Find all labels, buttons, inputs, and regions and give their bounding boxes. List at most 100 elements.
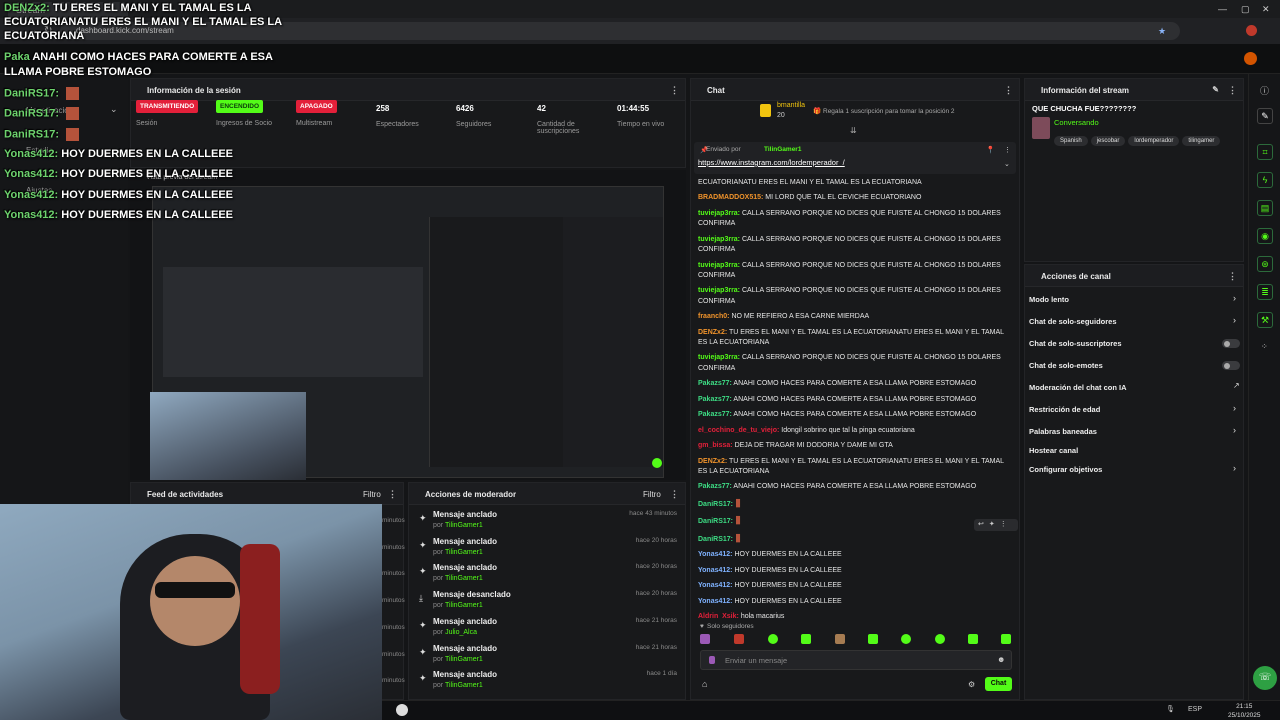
wrench-icon[interactable]: ⚒ — [1257, 312, 1273, 328]
gift-icon[interactable]: ⌂ — [702, 679, 707, 689]
chat-message[interactable]: Yonas412: HOY DUERMES EN LA CALLEEE — [698, 581, 1014, 591]
more-options-icon[interactable]: ⋮ — [1004, 85, 1013, 96]
emote-icon[interactable] — [901, 634, 911, 644]
mod-user[interactable]: TilinGamer1 — [445, 522, 483, 529]
mod-action-item[interactable]: ✦ Mensaje anclado por TilinGamer1 hace 20 h… — [409, 537, 685, 563]
mod-user[interactable]: TilinGamer1 — [445, 549, 483, 556]
maximize-icon[interactable]: ▢ — [1241, 4, 1250, 15]
mod-action-item[interactable]: ✦ Mensaje anclado por Julio_Alca hace 21 ho… — [409, 617, 685, 643]
chat-message[interactable]: DENZx2: TU ERES EL MANI Y EL TAMAL ES LA… — [698, 457, 1014, 478]
tag-chip[interactable]: jescobar — [1090, 136, 1126, 146]
chat-message[interactable]: Yonas412: HOY DUERMES EN LA CALLEEE — [698, 550, 1014, 560]
chat-message[interactable]: Pakazs77: ANAHI COMO HACES PARA COMERTE … — [698, 482, 1014, 492]
help-chat-icon[interactable]: ☏ — [1253, 666, 1277, 690]
tag-chip[interactable]: lordemperador — [1128, 136, 1180, 146]
mod-action-item[interactable]: ✦ Mensaje anclado por TilinGamer1 hace 21 h… — [409, 644, 685, 670]
chat-username[interactable]: DENZx2: — [698, 458, 727, 465]
action-emotes-only[interactable]: Chat de solo-emotes — [1029, 361, 1103, 370]
chat-username[interactable]: Pakazs77: — [698, 396, 732, 403]
chat-message[interactable]: tuviejap3rra: CALLA SERRANO PORQUE NO DI… — [698, 235, 1014, 256]
apps-icon[interactable]: ⁘ — [1261, 342, 1268, 351]
emote-icon[interactable] — [768, 634, 778, 644]
mod-user[interactable]: TilinGamer1 — [445, 575, 483, 582]
info-icon[interactable]: ⓘ — [1260, 84, 1269, 97]
chevron-down-icon[interactable]: ⌄ — [1004, 160, 1010, 168]
action-age-restriction[interactable]: Restricción de edad — [1029, 405, 1100, 414]
action-host-channel[interactable]: Hostear canal — [1029, 446, 1078, 455]
mod-user[interactable]: TilinGamer1 — [445, 682, 483, 689]
chat-username[interactable]: tuviejap3rra: — [698, 210, 740, 217]
chat-username[interactable]: el_cochino_de_tu_viejo: — [698, 427, 779, 434]
chat-username[interactable]: DaniRS17: — [698, 536, 733, 543]
chat-username[interactable]: Pakazs77: — [698, 411, 732, 418]
mic-icon[interactable]: 🎙 — [1166, 705, 1175, 713]
chat-message[interactable]: fraanch0: NO ME REFIERO A ESA CARNE MIER… — [698, 312, 1014, 322]
chat-message[interactable]: Pakazs77: ANAHI COMO HACES PARA COMERTE … — [698, 410, 1014, 420]
chat-username[interactable]: Yonas412: — [698, 582, 733, 589]
action-configure-goals[interactable]: Configurar objetivos — [1029, 465, 1102, 474]
chat-input[interactable]: Enviar un mensaje ☻ — [700, 650, 1012, 670]
action-banned-words[interactable]: Palabras baneadas — [1029, 427, 1097, 436]
chat-message[interactable]: tuviejap3rra: CALLA SERRANO PORQUE NO DI… — [698, 353, 1014, 374]
tag-chip[interactable]: Spanish — [1054, 136, 1088, 146]
chat-message[interactable]: Pakazs77: ANAHI COMO HACES PARA COMERTE … — [698, 379, 1014, 389]
more-options-icon[interactable]: ⋮ — [1004, 146, 1011, 154]
gear-icon[interactable]: ⚙ — [968, 680, 975, 689]
edit-icon[interactable]: ✎ — [1257, 108, 1273, 124]
chat-message[interactable]: tuviejap3rra: CALLA SERRANO PORQUE NO DI… — [698, 209, 1014, 230]
language-indicator[interactable]: ESP — [1188, 706, 1202, 713]
user-avatar[interactable] — [1244, 52, 1257, 65]
mod-filter-button[interactable]: Filtro — [643, 490, 661, 499]
chat-username[interactable]: gm_bissa: — [698, 442, 733, 449]
chat-message[interactable]: Yonas412: HOY DUERMES EN LA CALLEEE — [698, 566, 1014, 576]
chevron-right-icon[interactable]: › — [1233, 425, 1236, 435]
chat-message[interactable]: el_cochino_de_tu_viejo: Idongil sobrino … — [698, 426, 1014, 436]
chat-message[interactable]: gm_bissa: DEJA DE TRAGAR MI DODORIA Y DA… — [698, 441, 1014, 451]
mod-user[interactable]: TilinGamer1 — [445, 602, 483, 609]
chat-username[interactable]: DaniRS17: — [698, 501, 733, 508]
more-options-icon[interactable]: ⋮ — [1228, 85, 1237, 96]
app-icon[interactable] — [396, 704, 408, 716]
feed-filter-button[interactable]: Filtro — [363, 490, 381, 499]
more-options-icon[interactable]: ⋮ — [388, 489, 397, 500]
mod-action-item[interactable]: ✦ Mensaje anclado por TilinGamer1 hace 43 m… — [409, 510, 685, 536]
mod-user[interactable]: Julio_Alca — [445, 629, 477, 636]
collapse-icon[interactable]: ⇊ — [850, 126, 857, 135]
close-icon[interactable]: ✕ — [1262, 4, 1270, 15]
bookmark-star-icon[interactable]: ★ — [1158, 26, 1166, 37]
pinned-by-user[interactable]: TilinGamer1 — [764, 146, 801, 153]
mod-action-item[interactable]: ✦ Mensaje anclado por TilinGamer1 hace 1 dí… — [409, 670, 685, 696]
mod-user[interactable]: TilinGamer1 — [445, 656, 483, 663]
gift-prompt[interactable]: Regala 1 suscripción para tomar la posic… — [823, 108, 955, 115]
chat-message[interactable]: tuviejap3rra: CALLA SERRANO PORQUE NO DI… — [698, 261, 1014, 282]
chat-username[interactable]: fraanch0: — [698, 313, 730, 320]
broadcast-icon[interactable]: ⊛ — [1257, 256, 1273, 272]
chat-message[interactable]: Pakazs77: ANAHI COMO HACES PARA COMERTE … — [698, 395, 1014, 405]
chat-message[interactable]: DaniRS17: ▮ — [698, 532, 1014, 545]
chat-message[interactable]: ECUATORIANATU ERES EL MANI Y EL TAMAL ES… — [698, 178, 1014, 188]
chat-message[interactable]: BRADMADDOX515: MI LORD QUE TAL EL CEVICH… — [698, 193, 1014, 203]
document-icon[interactable]: ▤ — [1257, 200, 1273, 216]
chat-username[interactable]: Pakazs77: — [698, 483, 732, 490]
chat-message[interactable]: DaniRS17: ▮ — [698, 497, 1014, 510]
pinned-link[interactable]: https://www.instagram.com/lordemperador_… — [698, 158, 845, 167]
chat-message[interactable]: Yonas412: HOY DUERMES EN LA CALLEEE — [698, 597, 1014, 607]
send-chat-button[interactable]: Chat — [985, 677, 1012, 691]
unpin-icon[interactable]: 📍 — [986, 146, 995, 154]
stream-category[interactable]: Conversando — [1054, 118, 1099, 127]
emote-icon[interactable] — [968, 634, 978, 644]
crop-icon[interactable]: ⌗ — [1257, 144, 1273, 160]
mod-action-item[interactable]: ⤓ Mensaje desanclado por TilinGamer1 hace 2… — [409, 590, 685, 616]
emote-icon[interactable] — [801, 634, 811, 644]
emote-icon[interactable] — [868, 634, 878, 644]
lightning-icon[interactable]: ϟ — [1257, 172, 1273, 188]
more-options-icon[interactable]: ⋮ — [670, 489, 679, 500]
chat-username[interactable]: DaniRS17: — [698, 518, 733, 525]
tag-chip[interactable]: tilingamer — [1182, 136, 1221, 146]
message-actions[interactable]: ↩✦⋮ — [974, 519, 1018, 531]
chat-username[interactable]: DENZx2: — [698, 329, 727, 336]
action-followers-only[interactable]: Chat de solo-seguidores — [1029, 317, 1117, 326]
layers-icon[interactable]: ≣ — [1257, 284, 1273, 300]
chat-username[interactable]: tuviejap3rra: — [698, 287, 740, 294]
chat-message[interactable]: DENZx2: TU ERES EL MANI Y EL TAMAL ES LA… — [698, 328, 1014, 349]
